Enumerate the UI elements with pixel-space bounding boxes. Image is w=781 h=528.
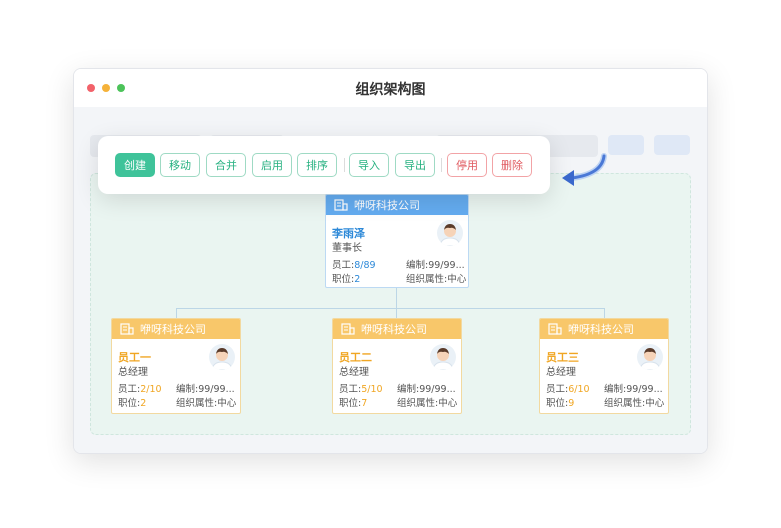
curved-arrow-icon — [562, 153, 607, 186]
building-icon — [548, 323, 562, 335]
org-attribute: 组织属性:中心 — [406, 274, 467, 285]
company-name: 咿呀科技公司 — [140, 323, 206, 336]
sort-button[interactable]: 排序 — [297, 153, 337, 177]
position-count: 职位:7 — [339, 398, 368, 409]
person-avatar-icon — [639, 348, 661, 370]
merge-button[interactable]: 合并 — [206, 153, 246, 177]
person-role: 董事长 — [332, 243, 362, 254]
org-node-header: 咿呀科技公司 — [326, 195, 468, 215]
action-toolbar: 创建 移动 合并 启用 排序 导入 导出 停用 删除 — [98, 136, 550, 194]
window-title: 组织架构图 — [355, 82, 426, 98]
building-icon — [341, 323, 355, 335]
connector-line — [396, 308, 397, 318]
action-button-placeholder[interactable] — [608, 135, 644, 155]
person-avatar-icon — [432, 348, 454, 370]
avatar — [430, 344, 456, 370]
staff-count: 员工:5/10 — [339, 384, 383, 395]
disable-button[interactable]: 停用 — [447, 153, 487, 177]
quota: 编制:99/99... — [397, 384, 456, 395]
org-node-child[interactable]: 咿呀科技公司 员工二 总经理 员工:5/10 编制:99/99... 职位:7 … — [332, 318, 462, 414]
connector-line — [176, 308, 605, 309]
quota: 编制:99/99... — [604, 384, 663, 395]
delete-button[interactable]: 删除 — [492, 153, 532, 177]
enable-button[interactable]: 启用 — [252, 153, 292, 177]
org-node-header: 咿呀科技公司 — [112, 319, 240, 339]
toolbar-divider — [344, 158, 345, 172]
connector-line — [176, 308, 177, 318]
org-attribute: 组织属性:中心 — [604, 398, 665, 409]
person-avatar-icon — [439, 224, 461, 246]
quota: 编制:99/99... — [176, 384, 235, 395]
staff-count: 员工:6/10 — [546, 384, 590, 395]
building-icon — [334, 199, 348, 211]
create-button[interactable]: 创建 — [115, 153, 155, 177]
person-avatar-icon — [211, 348, 233, 370]
company-name: 咿呀科技公司 — [354, 199, 420, 212]
company-name: 咿呀科技公司 — [568, 323, 634, 336]
toolbar-divider — [441, 158, 442, 172]
org-attribute: 组织属性:中心 — [397, 398, 458, 409]
person-role: 总经理 — [546, 367, 576, 378]
avatar — [437, 220, 463, 246]
company-name: 咿呀科技公司 — [361, 323, 427, 336]
org-node-child[interactable]: 咿呀科技公司 员工一 总经理 员工:2/10 编制:99/99... 职位:2 … — [111, 318, 241, 414]
person-role: 总经理 — [339, 367, 369, 378]
staff-count: 员工:8/89 — [332, 260, 376, 271]
position-count: 职位:2 — [332, 274, 361, 285]
position-count: 职位:9 — [546, 398, 575, 409]
position-count: 职位:2 — [118, 398, 147, 409]
org-attribute: 组织属性:中心 — [176, 398, 237, 409]
org-node-root[interactable]: 咿呀科技公司 李雨泽 董事长 员工:8/89 编制:99/99... 职位:2 … — [325, 194, 469, 288]
export-button[interactable]: 导出 — [395, 153, 435, 177]
title-bar: 组织架构图 — [74, 69, 707, 107]
connector-line — [396, 288, 397, 308]
avatar — [637, 344, 663, 370]
connector-line — [604, 308, 605, 318]
staff-count: 员工:2/10 — [118, 384, 162, 395]
move-button[interactable]: 移动 — [160, 153, 200, 177]
building-icon — [120, 323, 134, 335]
org-node-child[interactable]: 咿呀科技公司 员工三 总经理 员工:6/10 编制:99/99... 职位:9 … — [539, 318, 669, 414]
org-node-header: 咿呀科技公司 — [333, 319, 461, 339]
person-role: 总经理 — [118, 367, 148, 378]
avatar — [209, 344, 235, 370]
action-button-placeholder[interactable] — [654, 135, 690, 155]
import-button[interactable]: 导入 — [349, 153, 389, 177]
org-node-header: 咿呀科技公司 — [540, 319, 668, 339]
quota: 编制:99/99... — [406, 260, 465, 271]
